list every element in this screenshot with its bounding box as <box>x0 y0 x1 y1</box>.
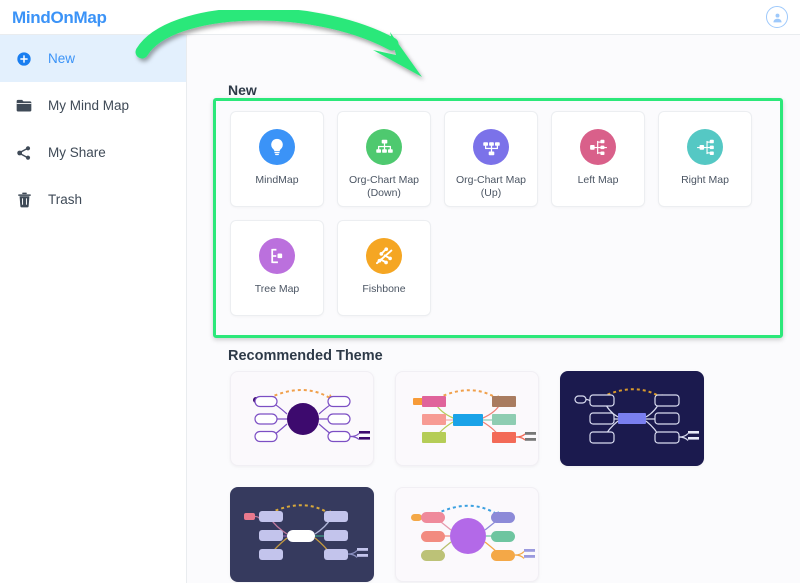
sidebar-label-new: New <box>48 51 76 66</box>
sidebar-item-my-mind-map[interactable]: My Mind Map <box>0 82 186 129</box>
sidebar-item-trash[interactable]: Trash <box>0 176 186 223</box>
template-card-grid: MindMap Org-Chart Map (Down) Org-Chart M… <box>230 111 770 316</box>
mindonmap-app: MindOnMap New My Mind Map My Share Trash… <box>0 0 800 583</box>
fishbone-icon <box>366 238 402 274</box>
template-label: Tree Map <box>254 283 300 295</box>
template-card-mindmap[interactable]: MindMap <box>230 111 324 207</box>
left-map-icon <box>580 129 616 165</box>
user-circle-icon <box>772 13 782 22</box>
template-card-left-map[interactable]: Left Map <box>551 111 645 207</box>
template-card-right-map[interactable]: Right Map <box>658 111 752 207</box>
sidebar-label-my-mind-map: My Mind Map <box>48 98 130 113</box>
app-logo[interactable]: MindOnMap <box>0 9 107 26</box>
template-label: MindMap <box>255 174 299 186</box>
template-label: Fishbone <box>362 283 406 295</box>
sidebar-item-my-share[interactable]: My Share <box>0 129 186 176</box>
theme-grid <box>230 371 780 582</box>
main-content: New MindMap Org-Chart Map (Down) Org-Cha… <box>187 35 800 583</box>
template-label: Right Map <box>681 174 729 186</box>
template-card-fishbone[interactable]: Fishbone <box>337 220 431 316</box>
template-label: Org-Chart Map (Down) <box>348 174 420 199</box>
sidebar: New My Mind Map My Share Trash <box>0 35 187 583</box>
template-card-org-chart-up[interactable]: Org-Chart Map (Up) <box>444 111 538 207</box>
sidebar-item-new[interactable]: New <box>0 35 186 82</box>
logo-text: MindOnMap <box>12 7 107 27</box>
right-map-icon <box>687 129 723 165</box>
user-avatar-button[interactable] <box>766 6 788 28</box>
sidebar-label-my-share: My Share <box>48 145 106 160</box>
theme-card-colorful-blocks[interactable] <box>395 371 539 466</box>
template-card-tree-map[interactable]: Tree Map <box>230 220 324 316</box>
template-label: Org-Chart Map (Up) <box>455 174 527 199</box>
lightbulb-icon <box>259 129 295 165</box>
template-card-org-chart-down[interactable]: Org-Chart Map (Down) <box>337 111 431 207</box>
recommended-theme-heading: Recommended Theme <box>228 348 383 364</box>
org-chart-up-icon <box>473 129 509 165</box>
theme-card-pastel-radial[interactable] <box>395 487 539 582</box>
theme-card-slate-dark[interactable] <box>230 487 374 582</box>
share-nodes-icon <box>14 145 34 161</box>
app-header: MindOnMap <box>0 0 800 35</box>
sidebar-label-trash: Trash <box>48 192 83 207</box>
new-section-heading: New <box>228 82 257 98</box>
theme-card-navy-dark[interactable] <box>560 371 704 466</box>
folder-icon <box>14 98 34 113</box>
plus-circle-icon <box>14 51 34 67</box>
trash-icon <box>14 192 34 208</box>
template-label: Left Map <box>577 174 619 186</box>
theme-card-purple-radial[interactable] <box>230 371 374 466</box>
org-chart-down-icon <box>366 129 402 165</box>
tree-map-icon <box>259 238 295 274</box>
